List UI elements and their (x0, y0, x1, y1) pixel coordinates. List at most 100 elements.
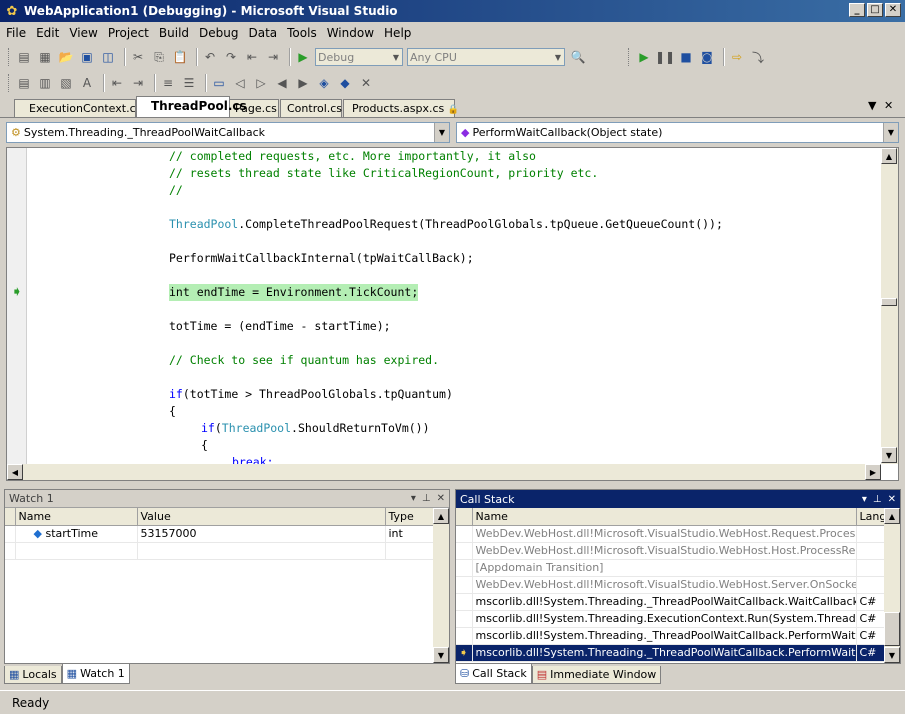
callstack-col-language[interactable]: Lang (856, 508, 886, 526)
watch-col-value[interactable]: Value (137, 508, 386, 526)
copy-icon[interactable]: ⎘ (150, 48, 168, 66)
previous-bookmark-icon[interactable]: ◁ (231, 74, 249, 92)
tab-threadpool[interactable]: ThreadPool.cs (136, 96, 247, 117)
close-document-icon[interactable]: ✕ (884, 99, 893, 112)
save-all-icon[interactable]: ◫ (99, 48, 117, 66)
tab-call-stack[interactable]: ⛁ Call Stack (455, 664, 532, 684)
menu-project[interactable]: Project (108, 26, 149, 40)
callstack-col-name[interactable]: Name (472, 508, 857, 526)
previous-bookmark-folder-icon[interactable]: ◀ (273, 74, 291, 92)
menu-edit[interactable]: Edit (36, 26, 59, 40)
show-next-statement-icon[interactable]: ⇨ (728, 48, 746, 66)
code-text[interactable]: // completed requests, etc. More importa… (33, 148, 879, 464)
scroll-left-icon[interactable]: ◀ (7, 464, 23, 480)
close-button[interactable]: ✕ (885, 3, 901, 17)
menu-file[interactable]: File (6, 26, 26, 40)
break-all-icon[interactable]: ❚❚ (655, 48, 675, 66)
watch-name[interactable]: startTime (45, 527, 98, 540)
scroll-thumb[interactable] (884, 612, 900, 646)
new-project-icon[interactable]: ▤ (15, 48, 33, 66)
scroll-up-icon[interactable]: ▲ (881, 148, 897, 164)
complete-word-icon[interactable]: A (78, 74, 96, 92)
table-row-selected[interactable]: ➧ mscorlib.dll!System.Threading._ThreadPo… (456, 644, 885, 662)
next-bookmark-document-icon[interactable]: ◆ (336, 74, 354, 92)
editor-vertical-scrollbar[interactable]: ▲ ▼ (881, 148, 898, 464)
scroll-down-icon[interactable]: ▼ (881, 447, 897, 463)
call-stack-vertical-scrollbar[interactable]: ▲ ▼ (884, 508, 900, 663)
watch-col-type[interactable]: Type (385, 508, 434, 526)
navigate-backward-icon[interactable]: ⇤ (243, 48, 261, 66)
solution-platform-select[interactable]: Any CPU ▼ (407, 48, 565, 66)
display-object-members-icon[interactable]: ▤ (15, 74, 33, 92)
maximize-button[interactable]: □ (867, 3, 883, 17)
find-in-files-icon[interactable]: 🔍 (569, 48, 587, 66)
menu-debug[interactable]: Debug (199, 26, 238, 40)
tab-control[interactable]: Control.cs (280, 99, 342, 117)
table-row-empty[interactable] (5, 542, 434, 560)
start-debugging-icon[interactable]: ▶ (294, 48, 312, 66)
window-position-icon[interactable]: ▾ (862, 494, 867, 505)
comment-lines-icon[interactable]: ≡ (159, 74, 177, 92)
editor-horizontal-scrollbar[interactable]: ◀ ▶ (7, 464, 881, 480)
next-bookmark-icon[interactable]: ▷ (252, 74, 270, 92)
uncomment-lines-icon[interactable]: ☰ (180, 74, 198, 92)
table-row[interactable]: mscorlib.dll!System.Threading._ThreadPoo… (456, 627, 885, 645)
solution-configuration-select[interactable]: Debug ▼ (315, 48, 403, 66)
watch-panel-header[interactable]: Watch 1 ▾ ⊥ ✕ (5, 490, 449, 508)
save-icon[interactable]: ▣ (78, 48, 96, 66)
decrease-indent-icon[interactable]: ⇤ (108, 74, 126, 92)
paste-icon[interactable]: 📋 (171, 48, 189, 66)
undo-icon[interactable]: ↶ (201, 48, 219, 66)
menu-window[interactable]: Window (327, 26, 374, 40)
step-into-icon[interactable]: ⤵ (749, 48, 767, 66)
close-icon[interactable]: ✕ (437, 493, 445, 504)
pin-icon[interactable]: ⊥ (873, 494, 882, 505)
active-files-dropdown-icon[interactable]: ▼ (868, 99, 876, 112)
table-row[interactable]: WebDev.WebHost.dll!Microsoft.VisualStudi… (456, 576, 885, 594)
indicator-margin[interactable] (7, 148, 27, 465)
minimize-button[interactable]: _ (849, 3, 865, 17)
toggle-bookmark-icon[interactable]: ▭ (210, 74, 228, 92)
scroll-up-icon[interactable]: ▲ (884, 508, 900, 524)
call-stack-panel-header[interactable]: Call Stack ▾ ⊥ ✕ (456, 490, 900, 508)
table-row[interactable]: mscorlib.dll!System.Threading.ExecutionC… (456, 610, 885, 628)
menu-tools[interactable]: Tools (287, 26, 317, 40)
code-editor[interactable]: ➧ // completed requests, etc. More impor… (6, 147, 899, 481)
parameter-info-icon[interactable]: ▥ (36, 74, 54, 92)
menu-build[interactable]: Build (159, 26, 189, 40)
previous-bookmark-document-icon[interactable]: ◈ (315, 74, 333, 92)
table-row[interactable]: ◆ startTime 53157000 int (5, 525, 434, 543)
members-dropdown[interactable]: ◆ PerformWaitCallback(Object state) ▼ (456, 122, 899, 143)
clear-bookmarks-icon[interactable]: ✕ (357, 74, 375, 92)
add-item-icon[interactable]: ▦ (36, 48, 54, 66)
scroll-right-icon[interactable]: ▶ (865, 464, 881, 480)
scroll-down-icon[interactable]: ▼ (433, 647, 449, 663)
quick-info-icon[interactable]: ▧ (57, 74, 75, 92)
tab-executioncontext[interactable]: ExecutionContext.cs (14, 99, 141, 117)
navigate-forward-icon[interactable]: ⇥ (264, 48, 282, 66)
close-icon[interactable]: ✕ (888, 494, 896, 505)
pin-icon[interactable]: ⊥ (422, 493, 431, 504)
cut-icon[interactable]: ✂ (129, 48, 147, 66)
types-dropdown[interactable]: ⚙ System.Threading._ThreadPoolWaitCallbac… (6, 122, 450, 143)
menu-data[interactable]: Data (248, 26, 277, 40)
watch-vertical-scrollbar[interactable]: ▲ ▼ (433, 508, 449, 663)
menu-help[interactable]: Help (384, 26, 411, 40)
tab-watch-1[interactable]: ▦ Watch 1 (61, 664, 130, 684)
stop-debugging-icon[interactable]: ■ (677, 48, 695, 66)
watch-col-name[interactable]: Name (15, 508, 138, 526)
menu-view[interactable]: View (69, 26, 97, 40)
watch-value[interactable]: 53157000 (137, 525, 386, 543)
tab-products-aspx[interactable]: Products.aspx.cs 🔒 (343, 99, 459, 117)
scroll-down-icon[interactable]: ▼ (884, 647, 900, 663)
increase-indent-icon[interactable]: ⇥ (129, 74, 147, 92)
scroll-up-icon[interactable]: ▲ (433, 508, 449, 524)
continue-icon[interactable]: ▶ (635, 48, 653, 66)
window-position-icon[interactable]: ▾ (411, 493, 416, 504)
next-bookmark-folder-icon[interactable]: ▶ (294, 74, 312, 92)
table-row[interactable]: WebDev.WebHost.dll!Microsoft.VisualStudi… (456, 525, 885, 543)
redo-icon[interactable]: ↷ (222, 48, 240, 66)
open-file-icon[interactable]: 📂 (57, 48, 75, 66)
restart-icon[interactable]: ◙ (698, 48, 716, 66)
scroll-thumb[interactable] (881, 298, 897, 306)
